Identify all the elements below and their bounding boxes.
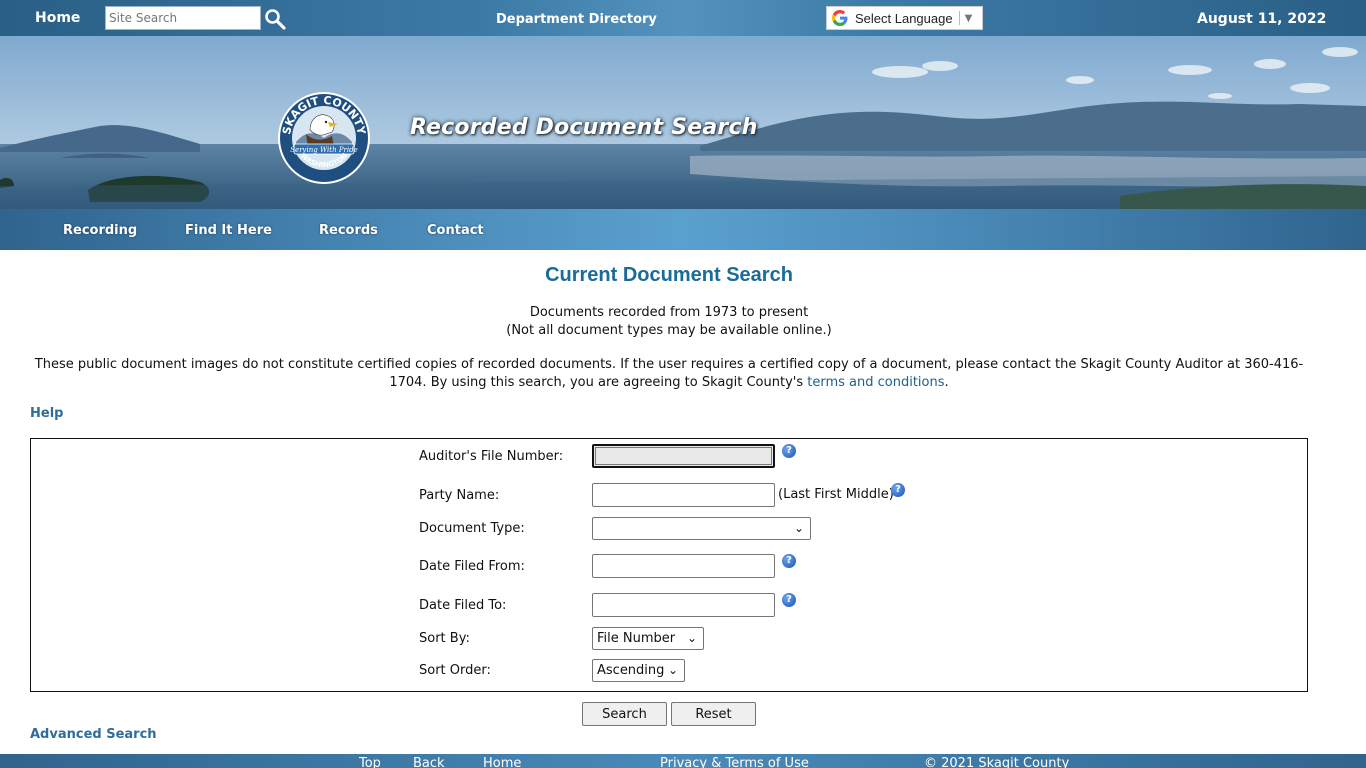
- search-icon[interactable]: [264, 8, 286, 30]
- main-nav: Recording Find It Here Records Contact: [0, 209, 1366, 250]
- advanced-search-link[interactable]: Advanced Search: [30, 727, 157, 742]
- document-type-select[interactable]: ⌄: [592, 517, 811, 540]
- help-question-icon[interactable]: ?: [782, 444, 796, 458]
- footer-copyright: © 2021 Skagit County: [924, 756, 1070, 768]
- search-button[interactable]: Search: [582, 702, 667, 726]
- top-bar: Home Department Directory Select Languag…: [0, 0, 1366, 36]
- footer: Top Back Home Privacy & Terms of Use © 2…: [0, 754, 1366, 768]
- date-filed-from-label: Date Filed From:: [419, 559, 525, 574]
- sort-order-value: Ascending: [597, 663, 665, 678]
- current-date: August 11, 2022: [1197, 11, 1327, 27]
- date-range-note: Documents recorded from 1973 to present: [529, 305, 809, 320]
- site-search-input[interactable]: [105, 6, 261, 30]
- footer-top-link[interactable]: Top: [359, 756, 381, 768]
- dropdown-arrow-icon: ▼: [964, 12, 973, 24]
- disclaimer-body: These public document images do not cons…: [34, 357, 1304, 390]
- terms-and-conditions-link[interactable]: terms and conditions: [807, 375, 944, 390]
- auditor-file-number-label: Auditor's File Number:: [419, 449, 564, 464]
- footer-home-link[interactable]: Home: [483, 756, 521, 768]
- skagit-county-seal-logo: Serving With Pride SKAGIT COUNTY WASHING…: [278, 92, 370, 184]
- nav-item-records[interactable]: Records: [319, 223, 378, 238]
- sort-order-label: Sort Order:: [419, 663, 491, 678]
- google-g-icon: [832, 10, 848, 26]
- chevron-down-icon: ⌄: [667, 663, 678, 677]
- party-name-hint: (Last First Middle): [778, 487, 894, 502]
- disclaimer-period: .: [944, 375, 949, 390]
- chevron-down-icon: ⌄: [686, 631, 697, 645]
- nav-item-recording[interactable]: Recording: [63, 223, 137, 238]
- page-title: Current Document Search: [545, 264, 793, 286]
- sort-order-select[interactable]: Ascending ⌄: [592, 659, 685, 682]
- language-select[interactable]: Select Language ▼: [826, 6, 983, 30]
- date-filed-from-input[interactable]: [592, 554, 775, 578]
- help-question-icon[interactable]: ?: [782, 554, 796, 568]
- auditor-file-number-input[interactable]: [592, 444, 775, 468]
- party-name-input[interactable]: [592, 483, 775, 507]
- availability-note: (Not all document types may be available…: [506, 323, 832, 338]
- department-directory-link[interactable]: Department Directory: [496, 12, 657, 27]
- sort-by-label: Sort By:: [419, 631, 470, 646]
- language-label: Select Language: [855, 10, 953, 26]
- help-question-icon[interactable]: ?: [891, 483, 905, 497]
- nav-item-find-it-here[interactable]: Find It Here: [185, 223, 272, 238]
- help-link[interactable]: Help: [30, 406, 63, 421]
- banner-title: Recorded Document Search: [410, 115, 758, 140]
- language-divider: [958, 11, 960, 25]
- top-home-link[interactable]: Home: [35, 10, 80, 26]
- seal-motto: Serving With Pride: [290, 146, 357, 154]
- nav-item-contact[interactable]: Contact: [427, 223, 484, 238]
- date-filed-to-label: Date Filed To:: [419, 598, 507, 613]
- header-banner: Serving With Pride SKAGIT COUNTY WASHING…: [0, 36, 1366, 209]
- sort-by-select[interactable]: File Number ⌄: [592, 627, 704, 650]
- document-type-label: Document Type:: [419, 521, 525, 536]
- reset-button[interactable]: Reset: [671, 702, 756, 726]
- party-name-label: Party Name:: [419, 488, 500, 503]
- help-question-icon[interactable]: ?: [782, 593, 796, 607]
- date-filed-to-input[interactable]: [592, 593, 775, 617]
- disclaimer-text: These public document images do not cons…: [34, 356, 1304, 392]
- chevron-down-icon: ⌄: [793, 521, 804, 535]
- footer-back-link[interactable]: Back: [413, 756, 445, 768]
- footer-privacy-link[interactable]: Privacy & Terms of Use: [660, 756, 809, 768]
- sort-by-value: File Number: [597, 631, 676, 646]
